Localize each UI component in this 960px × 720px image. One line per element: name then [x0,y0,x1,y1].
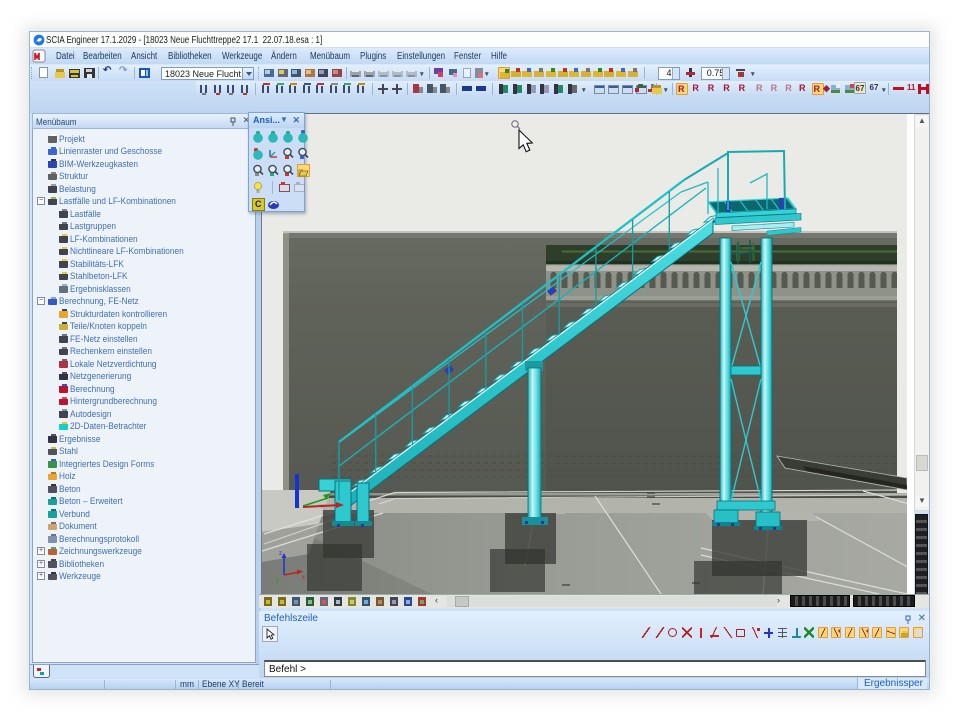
svg-text:y: y [276,578,279,584]
svg-text:x: x [302,575,305,581]
svg-text:z: z [279,551,282,557]
